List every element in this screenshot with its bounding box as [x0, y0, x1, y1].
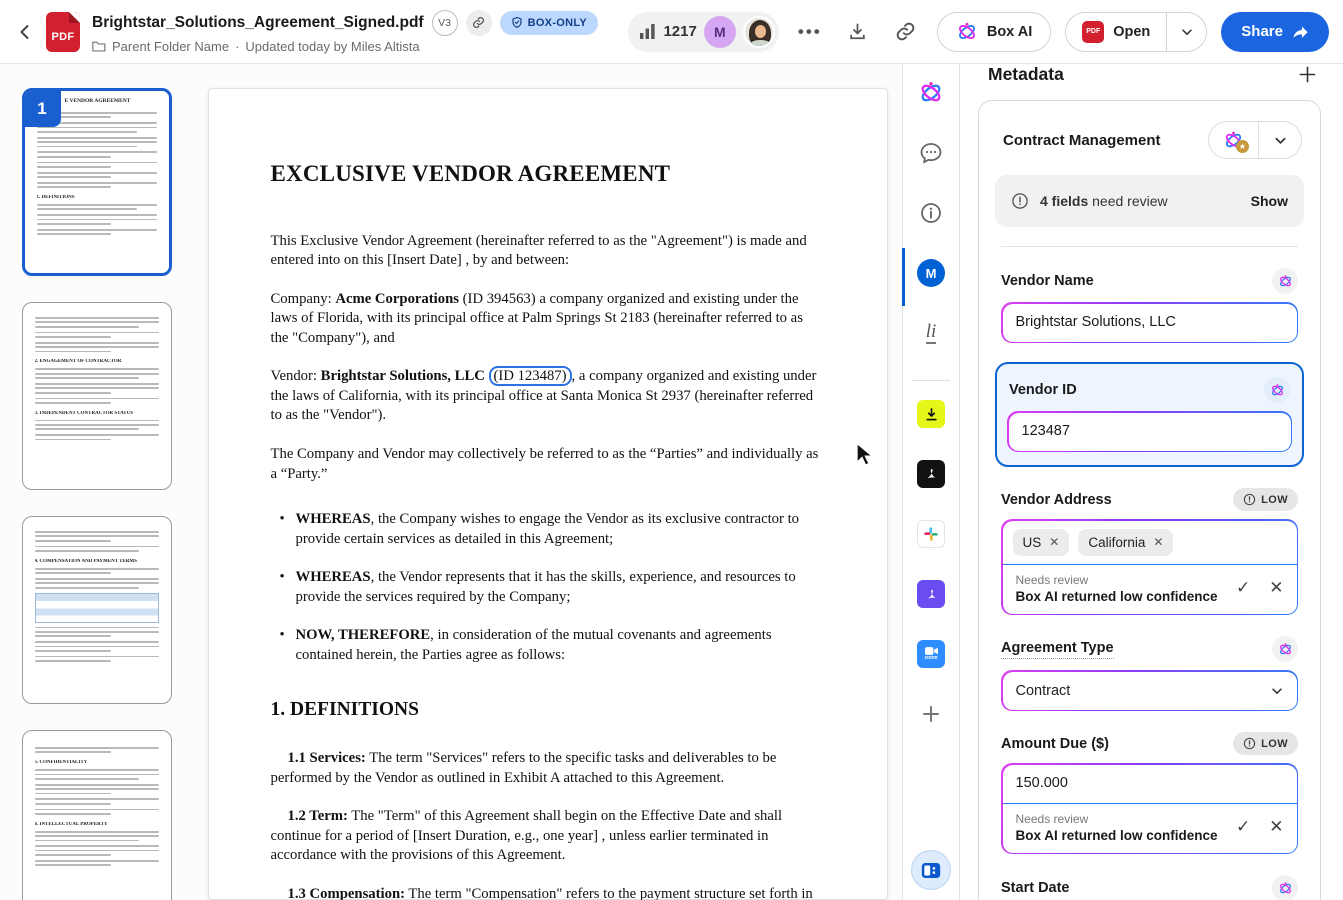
vendor-id-input[interactable]: 123487: [1009, 413, 1291, 451]
pdf-app-icon: PDF: [1082, 21, 1104, 43]
chip-california[interactable]: California✕: [1078, 529, 1173, 556]
adobe-acrobat-purple-icon[interactable]: [916, 579, 946, 609]
page-number-badge: 1: [24, 90, 61, 127]
open-button-group: PDF Open: [1065, 12, 1207, 52]
share-arrow-icon: [1292, 24, 1309, 39]
avatar-initial[interactable]: M: [704, 16, 736, 48]
ai-suggested-icon[interactable]: [1272, 636, 1298, 662]
template-actions: ★: [1208, 121, 1302, 159]
metadata-panel: Metadata Contract Management ★: [959, 64, 1343, 900]
share-button[interactable]: Share: [1221, 12, 1329, 52]
contract-management-card: Contract Management ★ 4 fields need revi…: [978, 100, 1321, 900]
fields-review-alert: 4 fields need review Show: [995, 175, 1304, 227]
avatar-photo[interactable]: [743, 16, 775, 48]
review-banner: Needs review Box AI returned low confide…: [1003, 564, 1297, 614]
card-divider: [1001, 246, 1298, 247]
doc-heading: EXCLUSIVE VENDOR AGREEMENT: [271, 159, 825, 190]
open-dropdown-caret[interactable]: [1166, 13, 1206, 51]
chip-us[interactable]: US✕: [1013, 529, 1070, 556]
add-app-button[interactable]: [916, 699, 946, 729]
info-icon[interactable]: [916, 198, 946, 228]
review-banner: Needs review Box AI returned low confide…: [1003, 803, 1297, 853]
views-count: 1217: [663, 23, 696, 40]
template-title: Contract Management: [1003, 132, 1161, 149]
thumbnail-table: [35, 593, 159, 623]
field-vendor-name: Vendor Name Brightstar Solutions, LLC: [995, 268, 1304, 343]
chevron-down-icon: [1270, 684, 1284, 698]
ai-suggested-icon[interactable]: [1272, 875, 1298, 900]
box-only-label: BOX-ONLY: [528, 17, 587, 29]
breadcrumb[interactable]: Parent Folder Name: [112, 39, 229, 54]
bar-chart-icon: [640, 24, 656, 39]
amount-due-input[interactable]: 150.000: [1003, 765, 1297, 803]
accept-suggestion-button[interactable]: ✓: [1236, 817, 1250, 837]
remove-chip-icon[interactable]: ✕: [1153, 535, 1163, 549]
reject-suggestion-button[interactable]: ✕: [1269, 817, 1283, 837]
more-options-button[interactable]: •••: [793, 15, 827, 49]
field-agreement-type: Agreement Type Contract: [995, 636, 1304, 711]
field-start-date: Start Date: [995, 875, 1304, 900]
apps-rail: M li: [902, 64, 959, 900]
version-badge[interactable]: V3: [432, 10, 458, 36]
download-app-icon[interactable]: [916, 399, 946, 429]
remove-chip-icon[interactable]: ✕: [1049, 535, 1059, 549]
collapse-template-button[interactable]: [1259, 122, 1301, 158]
field-vendor-address: Vendor Address LOW US✕ California✕ Needs…: [995, 488, 1304, 615]
star-badge-icon: ★: [1236, 140, 1249, 153]
top-header: PDF Brightstar_Solutions_Agreement_Signe…: [0, 0, 1343, 64]
collapse-panel-button[interactable]: [911, 850, 951, 890]
field-vendor-id-active: Vendor ID 123487: [995, 362, 1304, 467]
document-viewer[interactable]: EXCLUSIVE VENDOR AGREEMENT This Exclusiv…: [193, 64, 902, 900]
thumbnail-page-3[interactable]: 4. COMPENSATION AND PAYMENT TERMS: [22, 516, 172, 704]
metadata-tab-icon[interactable]: M: [916, 258, 946, 288]
document-title: Brightstar_Solutions_Agreement_Signed.pd…: [92, 14, 424, 32]
field-amount-due: Amount Due ($) LOW 150.000 Needs review …: [995, 732, 1304, 854]
pdf-file-icon: PDF: [46, 12, 80, 52]
back-button[interactable]: [10, 17, 40, 47]
low-confidence-badge: LOW: [1233, 488, 1298, 511]
autofill-ai-button[interactable]: ★: [1209, 122, 1259, 158]
folder-icon: [92, 40, 106, 52]
page-thumbnails-sidebar: 1 E VENDOR AGREEMENT 1. DEFINITIONS 2. E…: [0, 64, 193, 900]
reject-suggestion-button[interactable]: ✕: [1269, 578, 1283, 598]
active-tab-indicator: [902, 248, 905, 306]
ai-suggested-icon[interactable]: [1272, 268, 1298, 294]
box-sign-icon[interactable]: li: [916, 318, 946, 348]
download-button[interactable]: [841, 15, 875, 49]
metadata-panel-title: Metadata: [988, 64, 1064, 85]
box-ai-rail-icon[interactable]: [916, 78, 946, 108]
views-collaborators-pill[interactable]: 1217 M: [628, 12, 778, 52]
thumbnail-page-4[interactable]: 5. CONFIDENTIALITY 6. INTELLECTUAL PROPE…: [22, 730, 172, 900]
shared-link-icon[interactable]: [466, 10, 492, 36]
doc-section-heading: 1. DEFINITIONS: [271, 697, 825, 723]
slack-icon[interactable]: [916, 519, 946, 549]
accept-suggestion-button[interactable]: ✓: [1236, 578, 1250, 598]
box-only-badge[interactable]: BOX-ONLY: [500, 11, 598, 35]
vendor-address-input[interactable]: US✕ California✕: [1003, 521, 1297, 564]
rail-divider: [912, 380, 950, 381]
copy-link-button[interactable]: [889, 15, 923, 49]
comments-icon[interactable]: [916, 138, 946, 168]
low-confidence-badge: LOW: [1233, 732, 1298, 755]
document-page: EXCLUSIVE VENDOR AGREEMENT This Exclusiv…: [208, 88, 888, 900]
ai-suggested-icon[interactable]: [1264, 377, 1290, 403]
box-ai-icon: [956, 21, 978, 43]
zoom-icon[interactable]: zoom: [916, 639, 946, 669]
agreement-type-select[interactable]: Contract: [1003, 672, 1297, 710]
adobe-acrobat-black-icon[interactable]: [916, 459, 946, 489]
vendor-id-highlight[interactable]: (ID 123487): [489, 366, 572, 386]
thumbnail-page-1[interactable]: 1 E VENDOR AGREEMENT 1. DEFINITIONS: [22, 88, 172, 276]
show-review-button[interactable]: Show: [1251, 193, 1288, 209]
alert-icon: [1011, 192, 1029, 210]
updated-text: Updated today by Miles Altista: [245, 39, 419, 54]
open-button[interactable]: PDF Open: [1066, 13, 1166, 51]
add-metadata-button[interactable]: [1298, 65, 1317, 84]
box-ai-button[interactable]: Box AI: [937, 12, 1051, 52]
thumbnail-page-2[interactable]: 2. ENGAGEMENT OF CONTRACTOR 3. INDEPENDE…: [22, 302, 172, 490]
vendor-name-input[interactable]: Brightstar Solutions, LLC: [1003, 304, 1297, 342]
